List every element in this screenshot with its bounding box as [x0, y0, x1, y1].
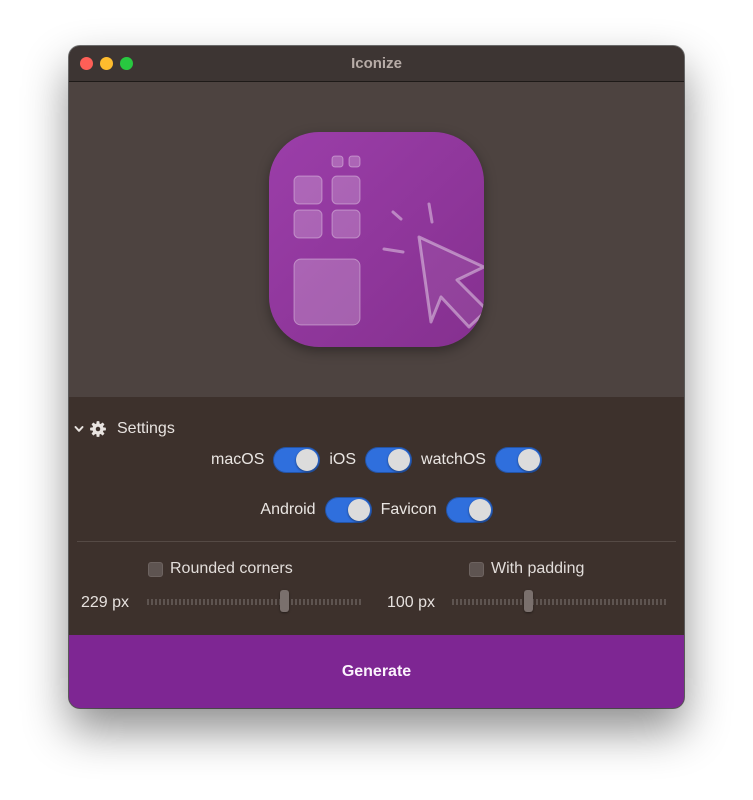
slider-thumb[interactable] [524, 590, 533, 612]
rounded-corners-checkbox[interactable] [148, 561, 163, 577]
toggle-knob [468, 499, 491, 521]
slider-track [452, 599, 667, 605]
padding-value: 100 px [387, 594, 436, 611]
corner-radius-value: 229 px [81, 594, 130, 611]
gear-icon [90, 421, 106, 437]
window-title: Iconize [351, 55, 402, 72]
watchos-label: watchOS [421, 451, 486, 468]
slider-thumb[interactable] [280, 590, 289, 612]
with-padding-option[interactable]: With padding [469, 560, 584, 578]
toggle-knob [296, 449, 319, 471]
watchos-toggle[interactable] [494, 447, 542, 473]
toggle-knob [517, 449, 540, 471]
macos-label: macOS [211, 451, 265, 468]
toggle-knob [347, 499, 370, 521]
android-toggle[interactable] [324, 497, 372, 523]
settings-panel: Settings macOS iOS watchOS Android Favic… [69, 397, 684, 635]
settings-divider [77, 541, 676, 542]
slider-track [147, 599, 361, 605]
favicon-toggle[interactable] [445, 497, 493, 523]
settings-title: Settings [117, 420, 175, 437]
settings-disclosure[interactable]: Settings [73, 420, 175, 438]
padding-slider[interactable] [452, 590, 667, 612]
generate-button[interactable]: Generate [69, 635, 684, 708]
app-icon-artwork [293, 155, 484, 329]
rounded-corners-label: Rounded corners [170, 560, 293, 577]
generate-label: Generate [341, 662, 412, 680]
platform-row-2: Android Favicon [69, 497, 684, 523]
android-label: Android [260, 501, 316, 518]
platform-row-1: macOS iOS watchOS [69, 447, 684, 473]
app-window: Iconize Settings macOS iOS watchOS Andro… [69, 46, 684, 708]
toggle-knob [388, 449, 411, 471]
ios-label: iOS [329, 451, 357, 468]
with-padding-label: With padding [491, 560, 585, 577]
ios-toggle[interactable] [365, 447, 413, 473]
chevron-down-icon[interactable] [73, 423, 85, 435]
with-padding-checkbox[interactable] [469, 561, 484, 577]
corner-radius-slider[interactable] [147, 590, 361, 612]
icon-preview-area [69, 82, 684, 397]
rounded-corners-option[interactable]: Rounded corners [148, 560, 293, 578]
title-bar: Iconize [69, 46, 684, 82]
favicon-label: Favicon [380, 501, 437, 518]
app-icon-preview [269, 132, 484, 347]
macos-toggle[interactable] [273, 447, 321, 473]
